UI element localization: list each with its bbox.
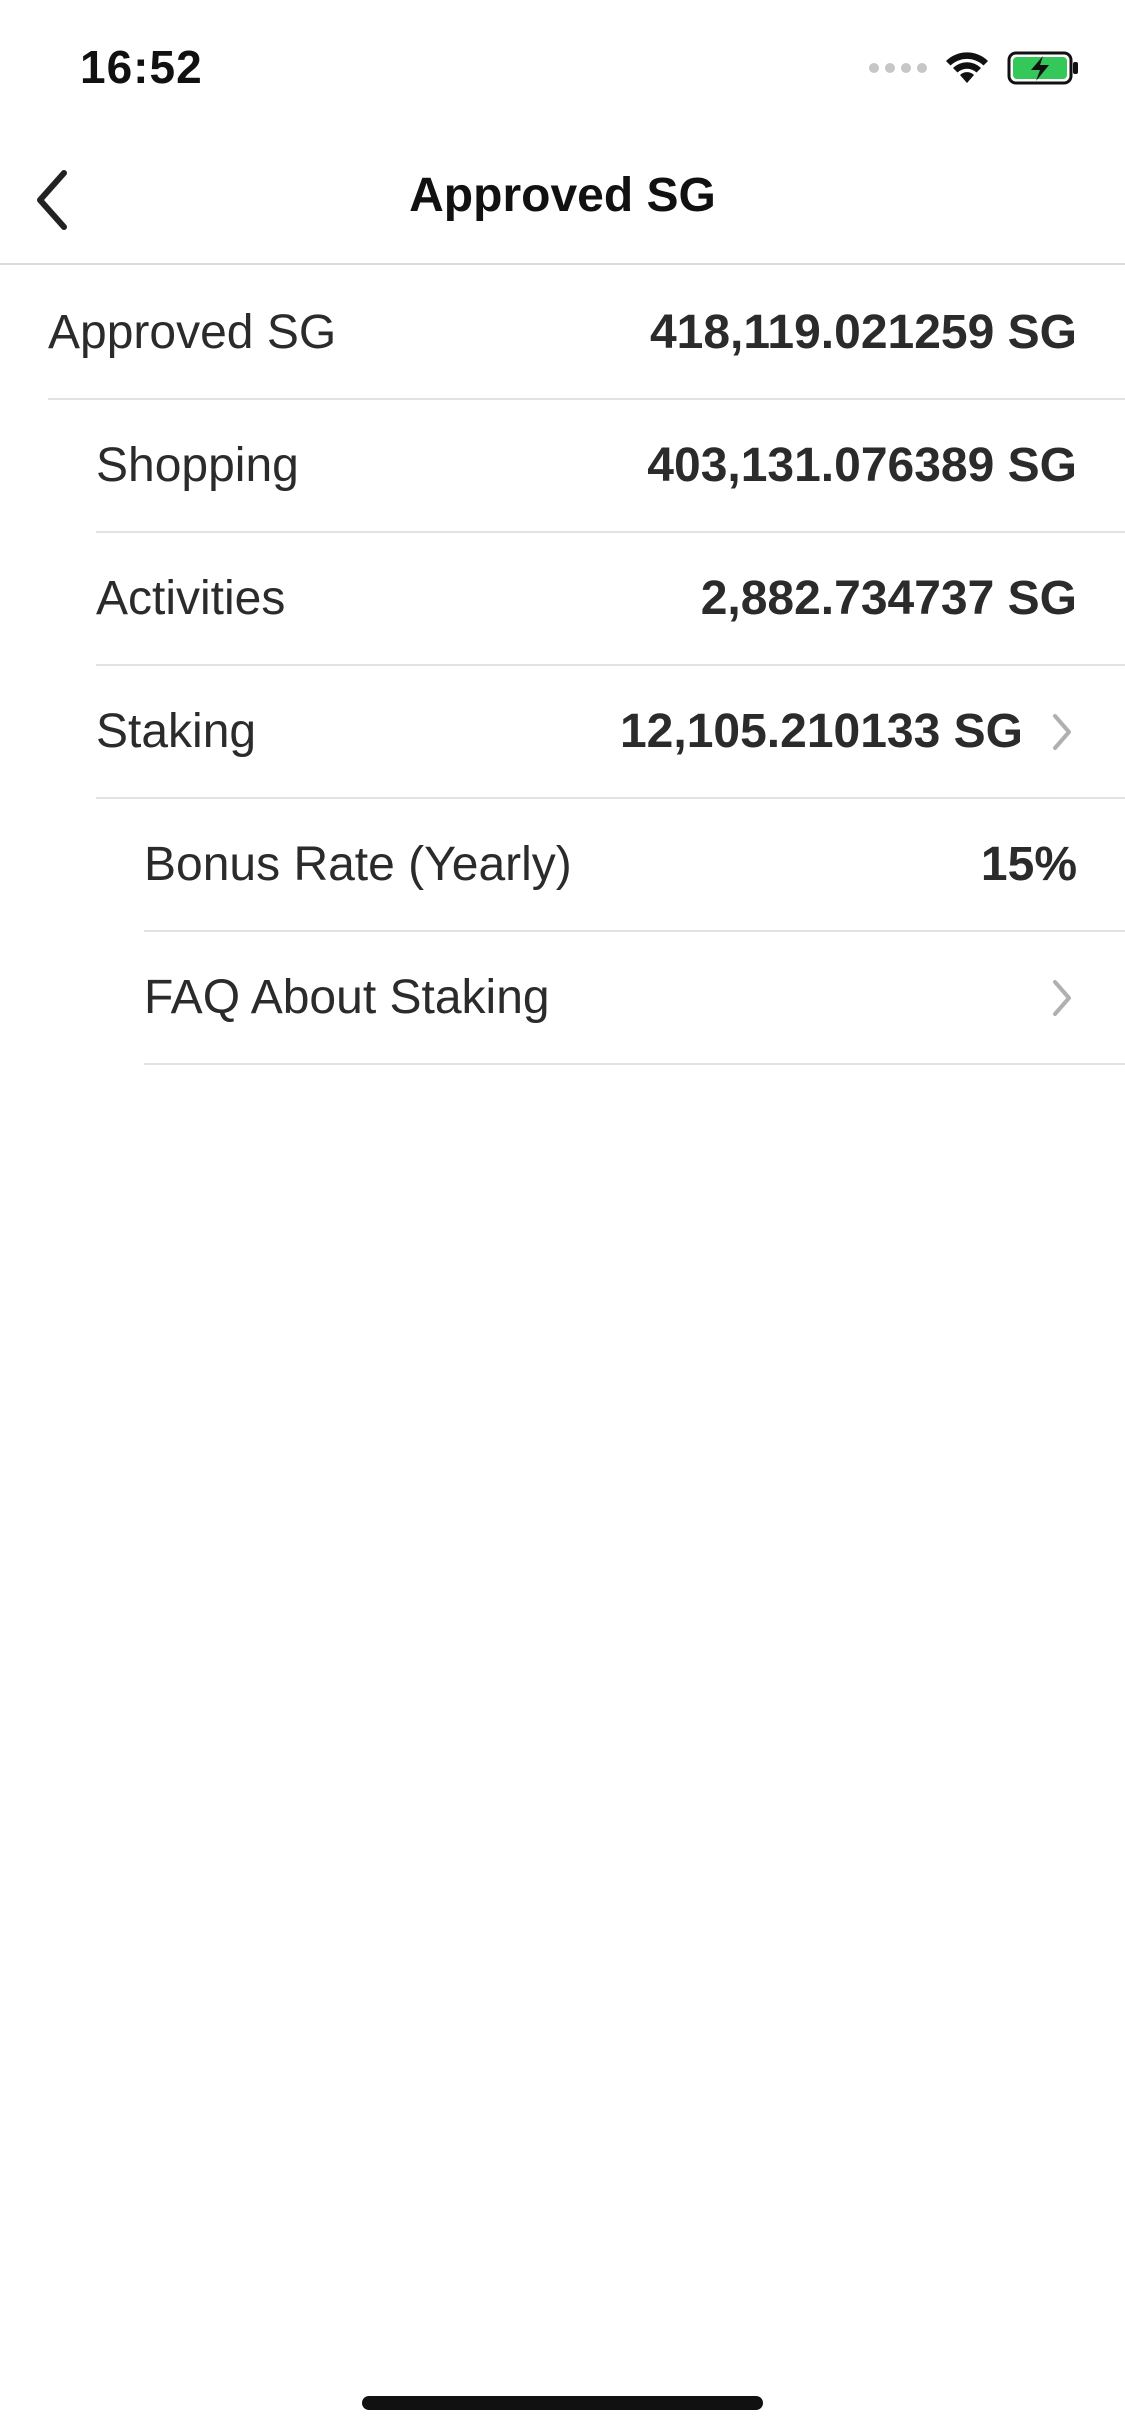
activities-label: Activities bbox=[96, 572, 286, 625]
approved-sg-value: 418,119.021259 SG bbox=[649, 306, 1077, 359]
shopping-value: 403,131.076389 SG bbox=[647, 439, 1077, 492]
shopping-label: Shopping bbox=[96, 439, 299, 492]
chevron-right-icon bbox=[1047, 976, 1077, 1020]
staking-row[interactable]: Staking 12,105.210133 SG bbox=[96, 666, 1125, 799]
battery-charging-icon bbox=[1007, 51, 1078, 85]
page-title: Approved SG bbox=[409, 169, 716, 222]
bonus-rate-row: Bonus Rate (Yearly) 15% bbox=[144, 799, 1125, 932]
status-bar: 16:52 bbox=[0, 0, 1125, 132]
staking-value: 12,105.210133 SG bbox=[619, 705, 1023, 758]
wifi-icon bbox=[946, 52, 988, 83]
approved-sg-list: Approved SG 418,119.021259 SG Shopping 4… bbox=[0, 267, 1125, 1065]
staking-label: Staking bbox=[96, 705, 257, 758]
faq-staking-row[interactable]: FAQ About Staking bbox=[144, 932, 1125, 1065]
activities-value: 2,882.734737 SG bbox=[700, 572, 1077, 625]
status-icons bbox=[869, 48, 1081, 88]
faq-staking-label: FAQ About Staking bbox=[144, 971, 550, 1024]
bonus-rate-value: 15% bbox=[980, 838, 1077, 891]
approved-sg-label: Approved SG bbox=[48, 306, 337, 359]
signal-dots-icon bbox=[869, 63, 927, 73]
activities-row: Activities 2,882.734737 SG bbox=[96, 533, 1125, 666]
chevron-right-icon bbox=[1047, 710, 1077, 754]
approved-sg-row: Approved SG 418,119.021259 SG bbox=[48, 267, 1125, 400]
home-indicator[interactable] bbox=[362, 2396, 763, 2410]
approved-sg-screen: 16:52 Approved SG Approved SG 418,119.02… bbox=[0, 0, 1125, 2436]
navigation-bar: Approved SG bbox=[0, 132, 1125, 265]
shopping-row: Shopping 403,131.076389 SG bbox=[96, 400, 1125, 533]
bonus-rate-label: Bonus Rate (Yearly) bbox=[144, 838, 572, 891]
status-time: 16:52 bbox=[80, 41, 203, 93]
